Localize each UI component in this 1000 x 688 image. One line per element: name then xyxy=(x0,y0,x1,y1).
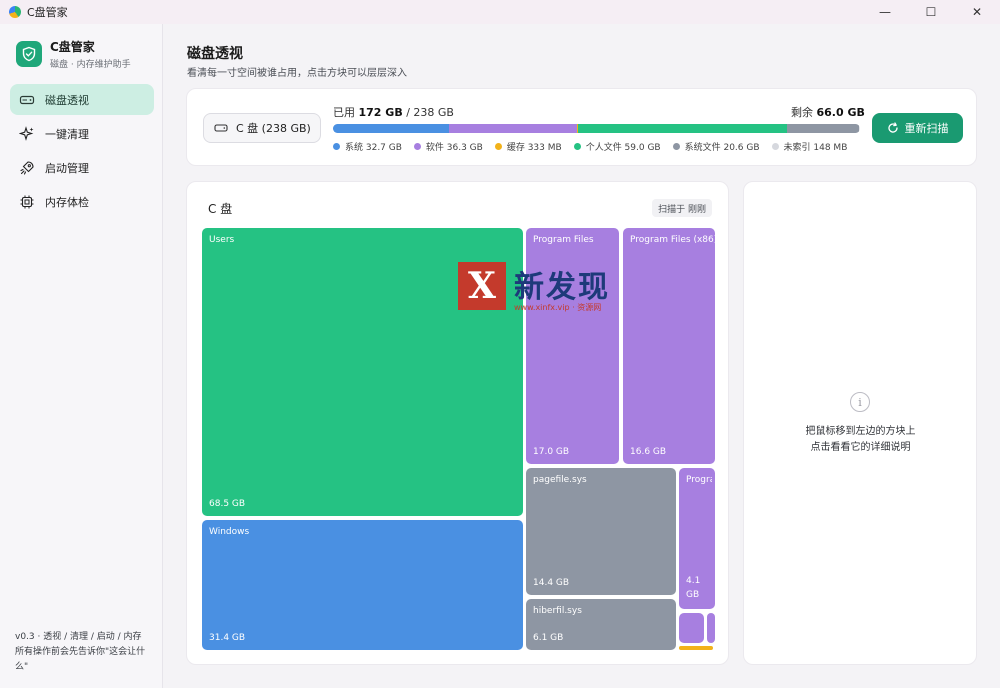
drive-selector[interactable]: C 盘 (238 GB) xyxy=(203,113,321,143)
drive-icon xyxy=(214,122,228,134)
used-total: / 238 GB xyxy=(402,106,454,119)
maximize-button[interactable]: ☐ xyxy=(908,0,954,24)
sidebar-nav: 磁盘透视 一键清理 启动管理 内存体检 xyxy=(10,84,154,220)
brand-subtitle: 磁盘 · 内存维护助手 xyxy=(50,60,131,70)
usage-bar-segment xyxy=(448,124,577,133)
window-title: C盘管家 xyxy=(27,6,68,19)
legend-item: 系统文件 20.6 GB xyxy=(672,140,760,153)
usage-bar xyxy=(333,124,860,133)
sparkle-icon xyxy=(19,125,35,142)
watermark-url: www.xinfx.vip · 资源网 xyxy=(514,303,602,312)
sidebar-item-label: 磁盘透视 xyxy=(45,93,89,107)
chip-icon xyxy=(19,194,35,210)
tile-name: ProgramData xyxy=(686,475,712,485)
treemap-tile-pagefile[interactable]: pagefile.sys 14.4 GB xyxy=(526,468,676,595)
details-panel: i 把鼠标移到左边的方块上 点击看看它的详细说明 xyxy=(743,181,977,665)
page-subtitle: 看清每一寸空间被谁占用，点击方块可以层层深入 xyxy=(187,68,407,79)
app-icon xyxy=(9,6,21,18)
legend-item: 软件 36.3 GB xyxy=(413,140,483,153)
free-space-text: 剩余 66.0 GB xyxy=(791,104,865,120)
watermark-name: 新发现 xyxy=(514,270,610,305)
info-icon: i xyxy=(850,392,870,412)
sidebar-footer-note: v0.3 · 透视 / 清理 / 启动 / 内存 所有操作前会先告诉你"这会让什… xyxy=(15,632,146,672)
brand-name: C盘管家 xyxy=(50,40,95,54)
legend-label: 系统 32.7 GB xyxy=(345,143,402,153)
rocket-icon xyxy=(19,160,35,176)
legend-item: 个人文件 59.0 GB xyxy=(573,140,661,153)
details-hint-line: 把鼠标移到左边的方块上 xyxy=(805,426,916,437)
legend-item: 缓存 333 MB xyxy=(494,140,562,153)
window-controls: — ☐ ✕ xyxy=(862,0,1000,24)
treemap-tile-hiberfil[interactable]: hiberfil.sys 6.1 GB xyxy=(526,599,676,650)
watermark: X 新发现 www.xinfx.vip · 资源网 xyxy=(458,262,638,318)
details-hint: 把鼠标移到左边的方块上 点击看看它的详细说明 xyxy=(764,424,957,456)
tile-size: 31.4 GB xyxy=(209,633,246,643)
tile-size: 4.1 GB xyxy=(686,576,701,600)
tile-name: Users xyxy=(209,235,235,245)
disk-usage-card: C 盘 (238 GB) 已用 172 GB / 238 GB 剩余 66.0 … xyxy=(186,88,977,166)
sidebar-item-memory[interactable]: 内存体检 xyxy=(10,186,154,217)
sidebar-item-label: 启动管理 xyxy=(45,161,89,175)
legend-label: 未索引 148 MB xyxy=(783,143,848,153)
legend-label: 缓存 333 MB xyxy=(506,143,562,153)
tile-size: 16.6 GB xyxy=(630,447,667,457)
legend-item: 未索引 148 MB xyxy=(771,140,848,153)
rescan-label: 重新扫描 xyxy=(904,122,949,135)
used-value: 172 GB xyxy=(358,106,403,119)
shield-check-icon xyxy=(16,41,42,67)
usage-bar-segment xyxy=(786,124,860,133)
tile-name: Program Files xyxy=(533,235,594,245)
used-space-text: 已用 172 GB / 238 GB xyxy=(333,104,454,120)
treemap-tile-cache[interactable] xyxy=(679,646,713,650)
drive-icon xyxy=(19,92,35,108)
used-prefix: 已用 xyxy=(333,106,359,119)
sidebar-item-clean[interactable]: 一键清理 xyxy=(10,118,154,149)
legend-dot xyxy=(771,143,779,150)
treemap-tile-small[interactable] xyxy=(707,613,715,643)
details-hint-line: 点击看看它的详细说明 xyxy=(810,442,911,453)
minimize-button[interactable]: — xyxy=(862,0,908,24)
free-prefix: 剩余 xyxy=(791,106,817,119)
tile-name: Windows xyxy=(209,527,250,537)
treemap-tile-programdata[interactable]: ProgramData 4.1 GB xyxy=(679,468,715,609)
tile-size: 6.1 GB xyxy=(533,633,564,643)
brand: C盘管家 磁盘 · 内存维护助手 xyxy=(16,38,131,70)
sidebar-item-label: 内存体检 xyxy=(45,195,89,209)
legend-item: 系统 32.7 GB xyxy=(333,140,402,153)
usage-legend: 系统 32.7 GB 软件 36.3 GB 缓存 333 MB 个人文件 59.0 G… xyxy=(333,140,859,153)
sidebar-item-label: 一键清理 xyxy=(45,127,89,141)
usage-bar-segment xyxy=(578,124,787,133)
drive-selector-label: C 盘 (238 GB) xyxy=(236,122,311,135)
sidebar-item-disk[interactable]: 磁盘透视 xyxy=(10,84,154,115)
close-button[interactable]: ✕ xyxy=(954,0,1000,24)
treemap-card: C 盘 扫描于 刚刚 Users 68.5 GB Windows 31.4 GB… xyxy=(186,181,729,665)
tile-name: hiberfil.sys xyxy=(533,606,582,616)
tile-size: 17.0 GB xyxy=(533,447,570,457)
tile-name: Program Files (x86) xyxy=(630,235,718,245)
legend-dot xyxy=(672,143,680,150)
usage-bar-segment xyxy=(333,124,449,133)
legend-label: 个人文件 59.0 GB xyxy=(585,143,661,153)
sidebar-item-startup[interactable]: 启动管理 xyxy=(10,152,154,183)
page-title: 磁盘透视 xyxy=(187,46,243,62)
tile-name: pagefile.sys xyxy=(533,475,587,485)
rescan-button[interactable]: 重新扫描 xyxy=(872,113,963,143)
refresh-icon xyxy=(887,122,899,134)
scan-time-badge: 扫描于 刚刚 xyxy=(652,199,712,217)
treemap-tile-small[interactable] xyxy=(679,613,704,643)
legend-label: 系统文件 20.6 GB xyxy=(684,143,760,153)
sidebar: C盘管家 磁盘 · 内存维护助手 磁盘透视 一键清理 启动管理 内存体检 v0.… xyxy=(0,24,163,688)
window-titlebar: C盘管家 — ☐ ✕ xyxy=(0,0,1000,24)
free-value: 66.0 GB xyxy=(816,106,865,119)
tile-size: 14.4 GB xyxy=(533,578,570,588)
treemap-tile-windows[interactable]: Windows 31.4 GB xyxy=(202,520,523,650)
legend-dot xyxy=(573,143,581,150)
watermark-logo: X xyxy=(458,262,506,310)
legend-label: 软件 36.3 GB xyxy=(425,143,483,153)
treemap-title: C 盘 xyxy=(208,202,233,216)
legend-dot xyxy=(494,143,502,150)
legend-dot xyxy=(333,143,340,150)
legend-dot xyxy=(413,143,421,150)
tile-size: 68.5 GB xyxy=(209,499,246,509)
